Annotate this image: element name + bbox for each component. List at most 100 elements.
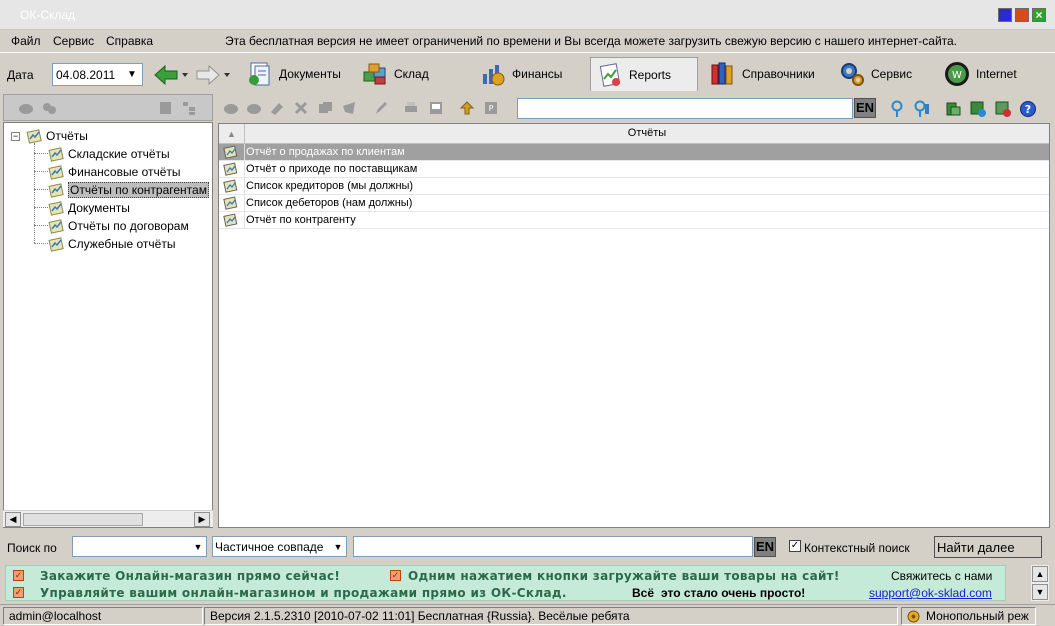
chevron-down-icon[interactable]: ▼	[331, 539, 345, 555]
edit-icon[interactable]	[269, 100, 285, 116]
add-folder-icon[interactable]	[18, 100, 34, 116]
search-input[interactable]	[353, 536, 753, 557]
tree-horizontal-scrollbar[interactable]: ◀ ▶	[3, 510, 213, 527]
minimize-button[interactable]	[998, 8, 1012, 22]
reports-grid: ▲ Отчёты Отчёт о продажах по клиентам От…	[218, 123, 1050, 528]
print-icon[interactable]	[403, 100, 419, 116]
new-item-icon[interactable]	[158, 100, 174, 116]
maximize-button[interactable]	[1015, 8, 1029, 22]
match-mode-select[interactable]: Частичное совпаде ▼	[212, 536, 347, 557]
advanced-search-icon[interactable]	[913, 100, 931, 118]
export-icon[interactable]	[428, 100, 444, 116]
sort-indicator-icon[interactable]: ▲	[219, 124, 245, 144]
back-arrow-icon[interactable]	[153, 63, 188, 87]
banner-scrollbar[interactable]: ▲ ▼	[1031, 565, 1049, 601]
checkbox-icon: ✓	[13, 570, 24, 581]
column-header-reports[interactable]: Отчёты	[245, 127, 1049, 139]
tree-item-label: Служебные отчёты	[68, 237, 176, 251]
chevron-down-icon[interactable]: ▼	[191, 539, 205, 555]
help-icon[interactable]: ?	[1019, 100, 1037, 118]
menu-service[interactable]: Сервис	[53, 34, 94, 48]
scroll-right-icon[interactable]: ▶	[194, 512, 210, 527]
support-email-link[interactable]: support@ok-sklad.com	[869, 586, 992, 600]
tab-internet[interactable]: W Internet	[938, 57, 1021, 91]
tab-warehouse-label: Склад	[394, 67, 429, 81]
tree-item-contract-reports[interactable]: Отчёты по договорам	[48, 217, 189, 235]
checkbox-icon: ✓	[13, 587, 24, 598]
scroll-down-icon[interactable]: ▼	[1032, 584, 1048, 600]
scroll-left-icon[interactable]: ◀	[5, 512, 21, 527]
tree-item-service-reports[interactable]: Служебные отчёты	[48, 235, 175, 253]
report-icon	[48, 165, 64, 180]
date-label: Дата	[7, 68, 34, 82]
pencil-icon[interactable]	[373, 100, 389, 116]
report-icon	[48, 201, 64, 216]
chevron-down-icon[interactable]: ▼	[124, 65, 140, 84]
row-label: Отчёт о приходе по поставщикам	[246, 163, 418, 175]
report-icon	[48, 183, 64, 198]
report-icon	[223, 213, 238, 227]
tree-root-label: Отчёты	[46, 129, 88, 143]
add-record-icon[interactable]	[969, 100, 987, 118]
table-row[interactable]: Список кредиторов (мы должны)	[219, 178, 1049, 195]
add-icon[interactable]	[223, 100, 239, 116]
language-badge[interactable]: EN	[854, 98, 876, 118]
tab-references-label: Справочники	[742, 67, 815, 81]
tab-documents[interactable]: Документы	[241, 57, 345, 91]
tree-item-label: Финансовые отчёты	[68, 165, 181, 179]
tab-references[interactable]: Справочники	[704, 57, 819, 91]
table-row[interactable]: Отчёт о продажах по клиентам	[219, 144, 1049, 161]
move-icon[interactable]	[341, 100, 357, 116]
menu-help[interactable]: Справка	[106, 34, 153, 48]
banner-line2-left: Управляйте вашим онлайн-магазином и прод…	[40, 586, 567, 600]
banner-line2-mid-a: Всё	[632, 586, 655, 600]
report-icon	[48, 147, 64, 162]
navigation-toolbar: Дата 04.08.2011 ▼ Документы Склад Финанс…	[0, 52, 1055, 94]
refresh-icon[interactable]	[459, 100, 475, 116]
tree-view-icon[interactable]	[181, 100, 197, 116]
tree-item-counterparty-reports[interactable]: Отчёты по контрагентам	[48, 181, 209, 199]
status-user: admin@localhost	[3, 607, 203, 625]
remove-record-icon[interactable]	[994, 100, 1012, 118]
search-field-select[interactable]: ▼	[72, 536, 207, 557]
duplicate-icon[interactable]	[317, 100, 333, 116]
match-mode-value: Частичное совпаде	[215, 540, 324, 554]
tab-finance[interactable]: Финансы	[474, 57, 566, 91]
tab-service[interactable]: Сервис	[833, 57, 916, 91]
tree-root[interactable]: Отчёты	[26, 127, 88, 145]
group-icon[interactable]	[41, 100, 57, 116]
copy-icon[interactable]	[246, 100, 262, 116]
finance-icon	[478, 60, 508, 88]
forward-arrow-icon[interactable]	[195, 63, 230, 87]
report-icon	[48, 219, 64, 234]
search-icon[interactable]	[889, 100, 905, 118]
close-button[interactable]: ×	[1032, 8, 1046, 22]
grid-search-input[interactable]	[517, 98, 853, 119]
tab-documents-label: Документы	[279, 67, 341, 81]
status-bar: admin@localhost Версия 2.1.5.2310 [2010-…	[0, 604, 1055, 626]
database-icon[interactable]	[944, 100, 962, 118]
tab-warehouse[interactable]: Склад	[356, 57, 433, 91]
svg-text:?: ?	[1025, 103, 1031, 116]
context-search-checkbox[interactable]: ✓	[789, 540, 801, 552]
table-row[interactable]: Список дебеторов (нам должны)	[219, 195, 1049, 212]
table-row[interactable]: Отчёт по контрагенту	[219, 212, 1049, 229]
svg-text:P: P	[489, 104, 494, 113]
tree-item-label: Отчёты по договорам	[68, 219, 189, 233]
scroll-up-icon[interactable]: ▲	[1032, 566, 1048, 582]
tree-item-finance-reports[interactable]: Финансовые отчёты	[48, 163, 181, 181]
tree-item-documents[interactable]: Документы	[48, 199, 130, 217]
tree-toolbar	[3, 94, 213, 121]
scroll-thumb[interactable]	[23, 513, 143, 526]
row-label: Отчёт о продажах по клиентам	[246, 146, 405, 158]
tree-item-warehouse-reports[interactable]: Складские отчёты	[48, 145, 170, 163]
tree-collapse-icon[interactable]: −	[11, 132, 20, 141]
find-next-button[interactable]: Найти далее	[934, 536, 1042, 558]
tab-reports[interactable]: Reports	[590, 57, 698, 91]
delete-icon[interactable]	[293, 100, 309, 116]
table-row[interactable]: Отчёт о приходе по поставщикам	[219, 161, 1049, 178]
preview-icon[interactable]: P	[483, 100, 499, 116]
menu-file[interactable]: Файл	[11, 34, 41, 48]
language-badge[interactable]: EN	[754, 537, 776, 557]
menu-bar: Файл Сервис Справка Эта бесплатная верси…	[0, 30, 1055, 52]
